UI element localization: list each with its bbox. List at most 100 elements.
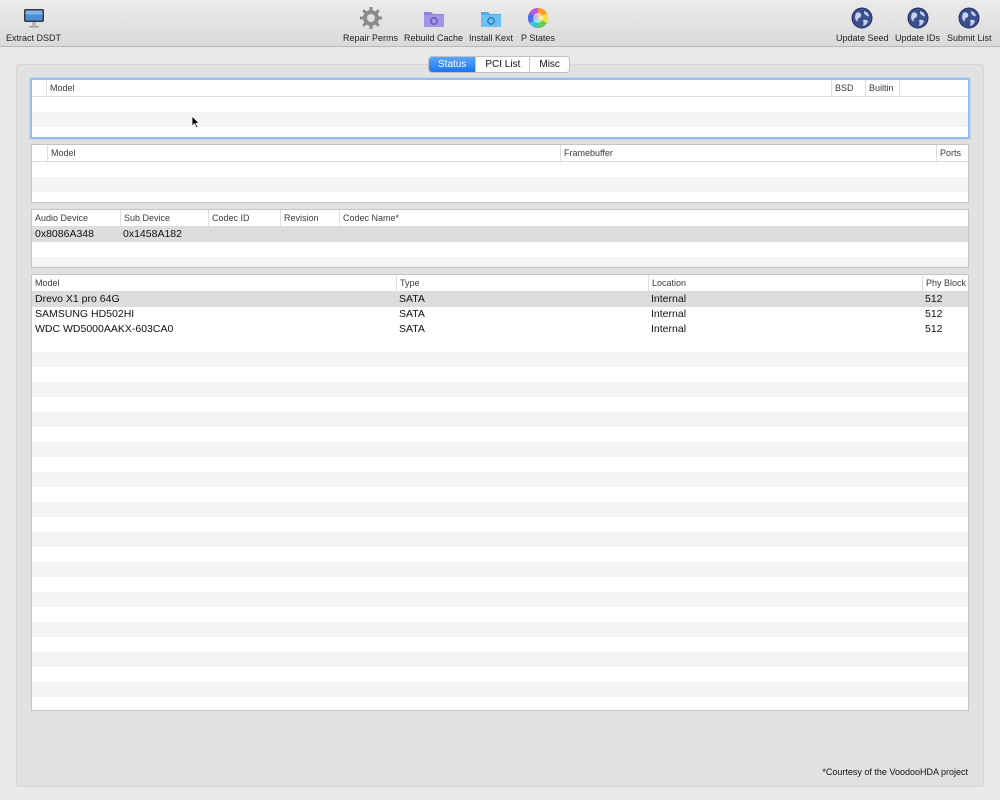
table-row[interactable] [32,337,968,352]
table-row[interactable] [32,457,968,472]
table-row[interactable] [32,412,968,427]
table-row[interactable] [32,592,968,607]
storage-col-model[interactable]: Model [32,275,396,292]
table-row[interactable] [32,652,968,667]
network-col-bsd[interactable]: BSD [831,80,865,97]
graphics-col-framebuffer[interactable]: Framebuffer [560,145,936,162]
gear-icon [359,7,382,29]
network-col-builtin[interactable]: Builtin [865,80,899,97]
table-row[interactable] [32,352,968,367]
audio-col-revision[interactable]: Revision [280,210,339,227]
submit-list-button[interactable]: Submit List [947,6,992,43]
table-row[interactable] [32,397,968,412]
table-row[interactable] [32,162,968,177]
tab-misc[interactable]: Misc [530,57,569,72]
table-row[interactable] [32,532,968,547]
storage-model-cell: Drevo X1 pro 64G [35,293,120,305]
extract-dsdt-button[interactable]: Extract DSDT [6,6,61,43]
audio-revision-cell [280,227,339,242]
storage-model-cell: WDC WD5000AAKX-603CA0 [35,323,174,335]
graphics-col-ports[interactable]: Ports [936,145,968,162]
table-row[interactable] [32,112,968,127]
table-row[interactable] [32,367,968,382]
table-row[interactable] [32,667,968,682]
table-row[interactable]: Drevo X1 pro 64G SATA Internal 512 [32,292,968,307]
table-row[interactable] [32,192,968,202]
network-col-empty [899,80,968,97]
table-row[interactable] [32,517,968,532]
storage-table[interactable]: Model Type Location Phy Block Drevo X1 p… [31,274,969,711]
p-states-label: P States [521,33,555,43]
globe-icon [958,7,980,29]
table-row[interactable] [32,382,968,397]
storage-col-phy-block[interactable]: Phy Block [922,275,968,292]
network-col-model[interactable]: Model [46,80,831,97]
storage-table-header: Model Type Location Phy Block [32,275,968,292]
storage-location-cell: Internal [651,293,687,305]
audio-col-device[interactable]: Audio Device [32,210,120,227]
kext-folder-icon [481,12,502,27]
update-ids-button[interactable]: Update IDs [895,6,940,43]
storage-type-cell: SATA [399,323,425,335]
network-table[interactable]: Model BSD Builtin [30,78,970,139]
graphics-table-header: Model Framebuffer Ports [32,145,968,162]
network-table-header: Model BSD Builtin [32,80,968,97]
install-kext-button[interactable]: Install Kext [469,6,513,43]
table-row[interactable] [32,562,968,577]
p-states-button[interactable]: P States [521,6,555,43]
graphics-col-icon [32,145,47,162]
table-row[interactable] [32,607,968,622]
audio-codec-name-cell [339,227,639,242]
submit-list-label: Submit List [947,33,992,43]
table-row[interactable] [32,502,968,517]
table-row[interactable]: SAMSUNG HD502HI SATA Internal 512 [32,307,968,322]
table-row[interactable]: WDC WD5000AAKX-603CA0 SATA Internal 512 [32,322,968,337]
table-row[interactable] [32,577,968,592]
table-row[interactable] [32,257,968,267]
storage-col-location[interactable]: Location [648,275,922,292]
color-wheel-icon [527,8,548,28]
audio-table-rows: 0x8086A348 0x1458A182 [32,227,968,267]
table-row[interactable] [32,242,968,257]
table-row[interactable] [32,622,968,637]
table-row[interactable] [32,547,968,562]
tab-pci-list[interactable]: PCI List [476,57,531,72]
rebuild-cache-label: Rebuild Cache [404,33,464,43]
audio-subdevice-cell: 0x1458A182 [123,228,182,240]
network-col-icon [32,80,46,97]
graphics-table[interactable]: Model Framebuffer Ports [31,144,969,203]
graphics-col-model[interactable]: Model [47,145,560,162]
repair-perms-button[interactable]: Repair Perms [343,6,398,43]
table-row[interactable] [32,697,968,710]
network-table-rows [32,97,968,137]
table-row[interactable] [32,97,968,112]
table-row[interactable] [32,682,968,697]
audio-col-codec-id[interactable]: Codec ID [208,210,280,227]
tab-status[interactable]: Status [429,57,477,72]
voodoohda-footnote: *Courtesy of the VoodooHDA project [822,767,968,777]
table-row[interactable] [32,177,968,192]
table-row[interactable] [32,487,968,502]
storage-model-cell: SAMSUNG HD502HI [35,308,135,320]
rebuild-cache-button[interactable]: Rebuild Cache [404,6,463,43]
storage-type-cell: SATA [399,308,425,320]
extract-dsdt-label: Extract DSDT [6,33,62,43]
storage-phy-block-cell: 512 [925,308,943,320]
imac-icon [23,9,44,28]
storage-col-type[interactable]: Type [396,275,648,292]
audio-col-codec-name[interactable]: Codec Name* [339,210,968,227]
table-row[interactable] [32,427,968,442]
table-row[interactable]: 0x8086A348 0x1458A182 [32,227,968,242]
storage-phy-block-cell: 512 [925,323,943,335]
storage-table-rows: Drevo X1 pro 64G SATA Internal 512 SAMSU… [32,292,968,710]
table-row[interactable] [32,472,968,487]
audio-table-header: Audio Device Sub Device Codec ID Revisio… [32,210,968,227]
table-row[interactable] [32,442,968,457]
audio-table[interactable]: Audio Device Sub Device Codec ID Revisio… [31,209,969,268]
mouse-cursor-icon [191,115,201,129]
storage-location-cell: Internal [651,323,687,335]
update-seed-button[interactable]: Update Seed [836,6,889,43]
audio-col-subdevice[interactable]: Sub Device [120,210,208,227]
table-row[interactable] [32,127,968,137]
table-row[interactable] [32,637,968,652]
